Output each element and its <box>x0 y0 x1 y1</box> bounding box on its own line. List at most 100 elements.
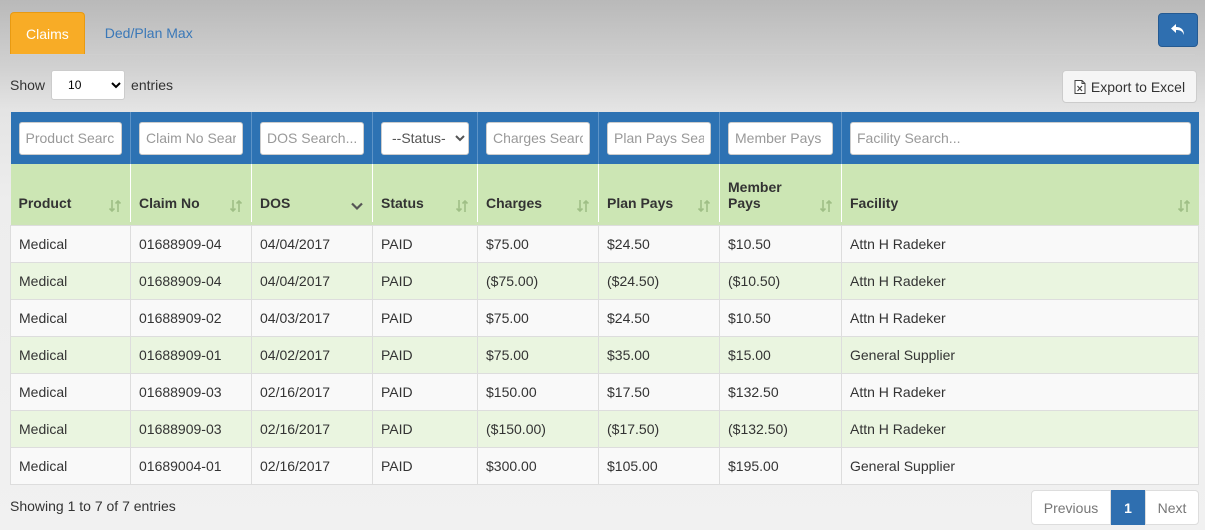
export-label: Export to Excel <box>1090 78 1186 95</box>
header-label: Product <box>18 195 72 211</box>
cell-status: PAID <box>372 409 478 447</box>
cell-member-pays: $195.00 <box>719 446 842 485</box>
cell-facility: Attn H Radeker <box>841 372 1199 410</box>
table-row[interactable]: Medical 01688909-03 02/16/2017 PAID $150… <box>10 372 1199 410</box>
claims-table-container: --Status-- Product Claim No DOS Status C… <box>10 112 1199 485</box>
cell-plan-pays: ($17.50) <box>598 409 720 447</box>
column-header-dos[interactable]: DOS <box>251 164 373 222</box>
undo-arrow-icon <box>1171 24 1184 35</box>
cell-claim-no: 01688909-01 <box>130 335 252 373</box>
cell-status: PAID <box>372 298 478 336</box>
claim-no-search-input[interactable] <box>139 121 243 155</box>
column-header-member-pays[interactable]: Member Pays <box>719 164 842 222</box>
cell-product: Medical <box>10 298 131 336</box>
page-1-button[interactable]: 1 <box>1111 490 1145 525</box>
cell-claim-no: 01688909-03 <box>130 409 252 447</box>
header-label: Pays <box>728 195 761 211</box>
header-label: DOS <box>260 195 291 211</box>
cell-status: PAID <box>372 446 478 485</box>
cell-status: PAID <box>372 335 478 373</box>
cell-plan-pays: $35.00 <box>598 335 720 373</box>
back-button[interactable] <box>1158 13 1198 47</box>
tab-ded-plan-max[interactable]: Ded/Plan Max <box>85 12 209 54</box>
table-row[interactable]: Medical 01688909-04 04/04/2017 PAID ($75… <box>10 261 1199 299</box>
cell-member-pays: ($10.50) <box>719 261 842 299</box>
dos-search-input[interactable] <box>260 121 364 155</box>
cell-dos: 04/04/2017 <box>251 224 373 262</box>
previous-page-button[interactable]: Previous <box>1031 490 1111 525</box>
chevron-down-icon <box>351 202 363 211</box>
column-header-plan-pays[interactable]: Plan Pays <box>598 164 720 222</box>
filter-cell <box>477 112 599 164</box>
export-to-excel-button[interactable]: Export to Excel <box>1062 70 1197 103</box>
cell-product: Medical <box>10 372 131 410</box>
cell-claim-no: 01688909-03 <box>130 372 252 410</box>
cell-claim-no: 01689004-01 <box>130 446 252 485</box>
cell-dos: 02/16/2017 <box>251 372 373 410</box>
header-label: Status <box>381 195 424 211</box>
cell-dos: 02/16/2017 <box>251 409 373 447</box>
header-label: Facility <box>850 195 899 211</box>
column-header-product[interactable]: Product <box>10 164 131 222</box>
cell-status: PAID <box>372 224 478 262</box>
column-header-claim-no[interactable]: Claim No <box>130 164 252 222</box>
next-page-button[interactable]: Next <box>1145 490 1199 525</box>
product-search-input[interactable] <box>18 121 122 155</box>
cell-member-pays: $10.50 <box>719 298 842 336</box>
cell-member-pays: ($132.50) <box>719 409 842 447</box>
table-row[interactable]: Medical 01688909-01 04/02/2017 PAID $75.… <box>10 335 1199 373</box>
charges-search-input[interactable] <box>486 121 590 155</box>
tab-divider <box>10 54 1195 55</box>
cell-dos: 02/16/2017 <box>251 446 373 485</box>
entries-select[interactable]: 10 <box>51 70 126 100</box>
sort-arrows-icon <box>576 199 590 213</box>
tab-claims[interactable]: Claims <box>10 12 85 54</box>
cell-plan-pays: ($24.50) <box>598 261 720 299</box>
cell-plan-pays: $17.50 <box>598 372 720 410</box>
cell-claim-no: 01688909-04 <box>130 261 252 299</box>
filter-cell <box>130 112 252 164</box>
table-row[interactable]: Medical 01688909-03 02/16/2017 PAID ($15… <box>10 409 1199 447</box>
header-row: Product Claim No DOS Status Charges Plan… <box>10 164 1199 222</box>
column-header-status[interactable]: Status <box>372 164 478 222</box>
cell-claim-no: 01688909-04 <box>130 224 252 262</box>
cell-product: Medical <box>10 224 131 262</box>
tab-bar: Claims Ded/Plan Max <box>10 12 209 54</box>
table-row[interactable]: Medical 01689004-01 02/16/2017 PAID $300… <box>10 446 1199 485</box>
filter-row: --Status-- <box>10 112 1199 164</box>
cell-product: Medical <box>10 409 131 447</box>
cell-charges: $75.00 <box>477 335 599 373</box>
header-label: Plan Pays <box>607 195 674 211</box>
cell-claim-no: 01688909-02 <box>130 298 252 336</box>
cell-facility: Attn H Radeker <box>841 261 1199 299</box>
sort-arrows-icon <box>819 199 833 213</box>
pagination: Previous 1 Next <box>1031 490 1199 525</box>
filter-cell <box>598 112 720 164</box>
cell-dos: 04/03/2017 <box>251 298 373 336</box>
sort-arrows-icon <box>229 199 243 213</box>
member-pays-search-input[interactable] <box>728 121 833 155</box>
filter-cell <box>841 112 1199 164</box>
sort-arrows-icon <box>1177 199 1190 213</box>
facility-search-input[interactable] <box>850 121 1191 155</box>
cell-charges: $75.00 <box>477 298 599 336</box>
column-header-facility[interactable]: Facility <box>841 164 1199 222</box>
cell-facility: General Supplier <box>841 335 1199 373</box>
cell-member-pays: $15.00 <box>719 335 842 373</box>
status-filter-select[interactable]: --Status-- <box>381 121 469 155</box>
cell-product: Medical <box>10 261 131 299</box>
plan-pays-search-input[interactable] <box>607 121 711 155</box>
header-label: Claim No <box>139 195 200 211</box>
cell-plan-pays: $105.00 <box>598 446 720 485</box>
claims-table: --Status-- Product Claim No DOS Status C… <box>10 112 1199 485</box>
cell-product: Medical <box>10 446 131 485</box>
column-header-charges[interactable]: Charges <box>477 164 599 222</box>
cell-status: PAID <box>372 261 478 299</box>
cell-charges: $150.00 <box>477 372 599 410</box>
table-row[interactable]: Medical 01688909-04 04/04/2017 PAID $75.… <box>10 224 1199 262</box>
cell-facility: Attn H Radeker <box>841 409 1199 447</box>
cell-status: PAID <box>372 372 478 410</box>
cell-charges: $300.00 <box>477 446 599 485</box>
cell-charges: ($150.00) <box>477 409 599 447</box>
table-row[interactable]: Medical 01688909-02 04/03/2017 PAID $75.… <box>10 298 1199 336</box>
